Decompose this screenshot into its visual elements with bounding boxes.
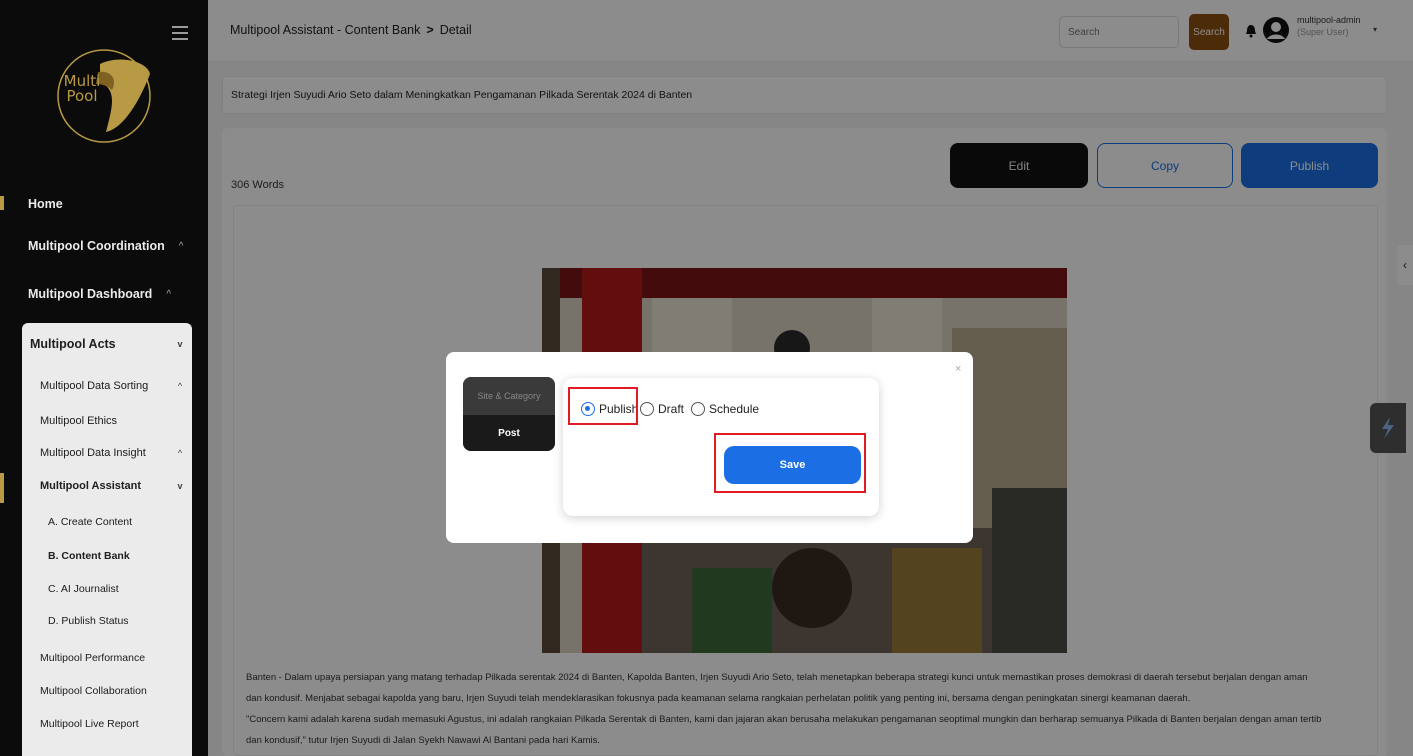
radio-schedule[interactable]: Schedule bbox=[691, 402, 759, 416]
sidebar-item-coordination[interactable]: Multipool Coordination ^ bbox=[0, 226, 208, 266]
close-icon[interactable]: × bbox=[955, 363, 961, 375]
sidebar-item-label: Multipool Data Sorting bbox=[40, 380, 149, 392]
tab-post[interactable]: Post bbox=[463, 415, 555, 451]
chevron-down-icon: v bbox=[177, 481, 183, 491]
sidebar-item-label: Multipool Acts bbox=[30, 337, 116, 351]
sidebar-item-label: A. Create Content bbox=[48, 516, 133, 528]
sidebar-item-collaboration[interactable]: Multipool Collaboration bbox=[40, 685, 192, 697]
sidebar-item-label: Multipool Live Report bbox=[40, 718, 139, 730]
sidebar-item-acts[interactable]: Multipool Acts v bbox=[30, 337, 192, 351]
tab-site-category[interactable]: Site & Category bbox=[463, 377, 555, 415]
radio-draft[interactable]: Draft bbox=[640, 402, 684, 416]
hamburger-menu-icon[interactable] bbox=[172, 26, 188, 40]
chevron-down-icon: v bbox=[177, 339, 183, 349]
sidebar-item-dashboard[interactable]: Multipool Dashboard ^ bbox=[0, 274, 208, 314]
sidebar: Multi Pool Home Multipool Coordination ^… bbox=[0, 0, 208, 756]
sidebar-item-label: Multipool Dashboard bbox=[28, 287, 153, 301]
sidebar-item-label: C. AI Journalist bbox=[48, 583, 119, 595]
highlight-publish-option bbox=[568, 387, 638, 425]
chevron-up-icon: ^ bbox=[177, 381, 183, 391]
sidebar-subitem-publish-status[interactable]: D. Publish Status bbox=[48, 615, 192, 627]
sidebar-item-label: D. Publish Status bbox=[48, 615, 129, 627]
sidebar-item-performance[interactable]: Multipool Performance bbox=[40, 652, 192, 664]
sidebar-item-label: Multipool Ethics bbox=[40, 415, 118, 427]
radio-label: Draft bbox=[658, 402, 685, 416]
sidebar-item-ethics[interactable]: Multipool Ethics bbox=[40, 415, 192, 427]
radio-unchecked-icon[interactable] bbox=[691, 402, 705, 416]
sidebar-subitem-create-content[interactable]: A. Create Content bbox=[48, 516, 192, 528]
sidebar-item-label: Multipool Coordination bbox=[28, 239, 165, 253]
multipool-logo: Multi Pool bbox=[52, 44, 156, 148]
sidebar-item-label: B. Content Bank bbox=[48, 550, 130, 562]
sidebar-item-data-insight[interactable]: Multipool Data Insight ^ bbox=[40, 447, 192, 459]
active-indicator bbox=[0, 473, 4, 503]
sidebar-item-assistant[interactable]: Multipool Assistant v bbox=[40, 480, 192, 492]
sidebar-item-label: Home bbox=[28, 197, 63, 211]
sidebar-item-label: Multipool Collaboration bbox=[40, 685, 147, 697]
modal-tabs: Site & Category Post bbox=[463, 377, 555, 451]
chevron-up-icon: ^ bbox=[178, 240, 184, 252]
sidebar-item-data-sorting[interactable]: Multipool Data Sorting ^ bbox=[40, 380, 192, 392]
sidebar-item-label: Multipool Assistant bbox=[40, 480, 142, 492]
sidebar-item-home[interactable]: Home bbox=[0, 184, 208, 224]
radio-label: Schedule bbox=[709, 402, 760, 416]
sidebar-subitem-content-bank[interactable]: B. Content Bank bbox=[48, 550, 192, 562]
logo-text-line2: Pool bbox=[66, 87, 98, 105]
chevron-up-icon: ^ bbox=[166, 288, 172, 300]
sidebar-item-live-report[interactable]: Multipool Live Report bbox=[40, 718, 192, 730]
highlight-save-button bbox=[714, 433, 866, 493]
acts-submenu-panel: Multipool Acts v Multipool Data Sorting … bbox=[0, 323, 192, 756]
radio-unchecked-icon[interactable] bbox=[640, 402, 654, 416]
chevron-up-icon: ^ bbox=[177, 448, 183, 458]
sidebar-subitem-ai-journalist[interactable]: C. AI Journalist bbox=[48, 583, 192, 595]
sidebar-item-label: Multipool Data Insight bbox=[40, 447, 146, 459]
sidebar-item-label: Multipool Performance bbox=[40, 652, 146, 664]
